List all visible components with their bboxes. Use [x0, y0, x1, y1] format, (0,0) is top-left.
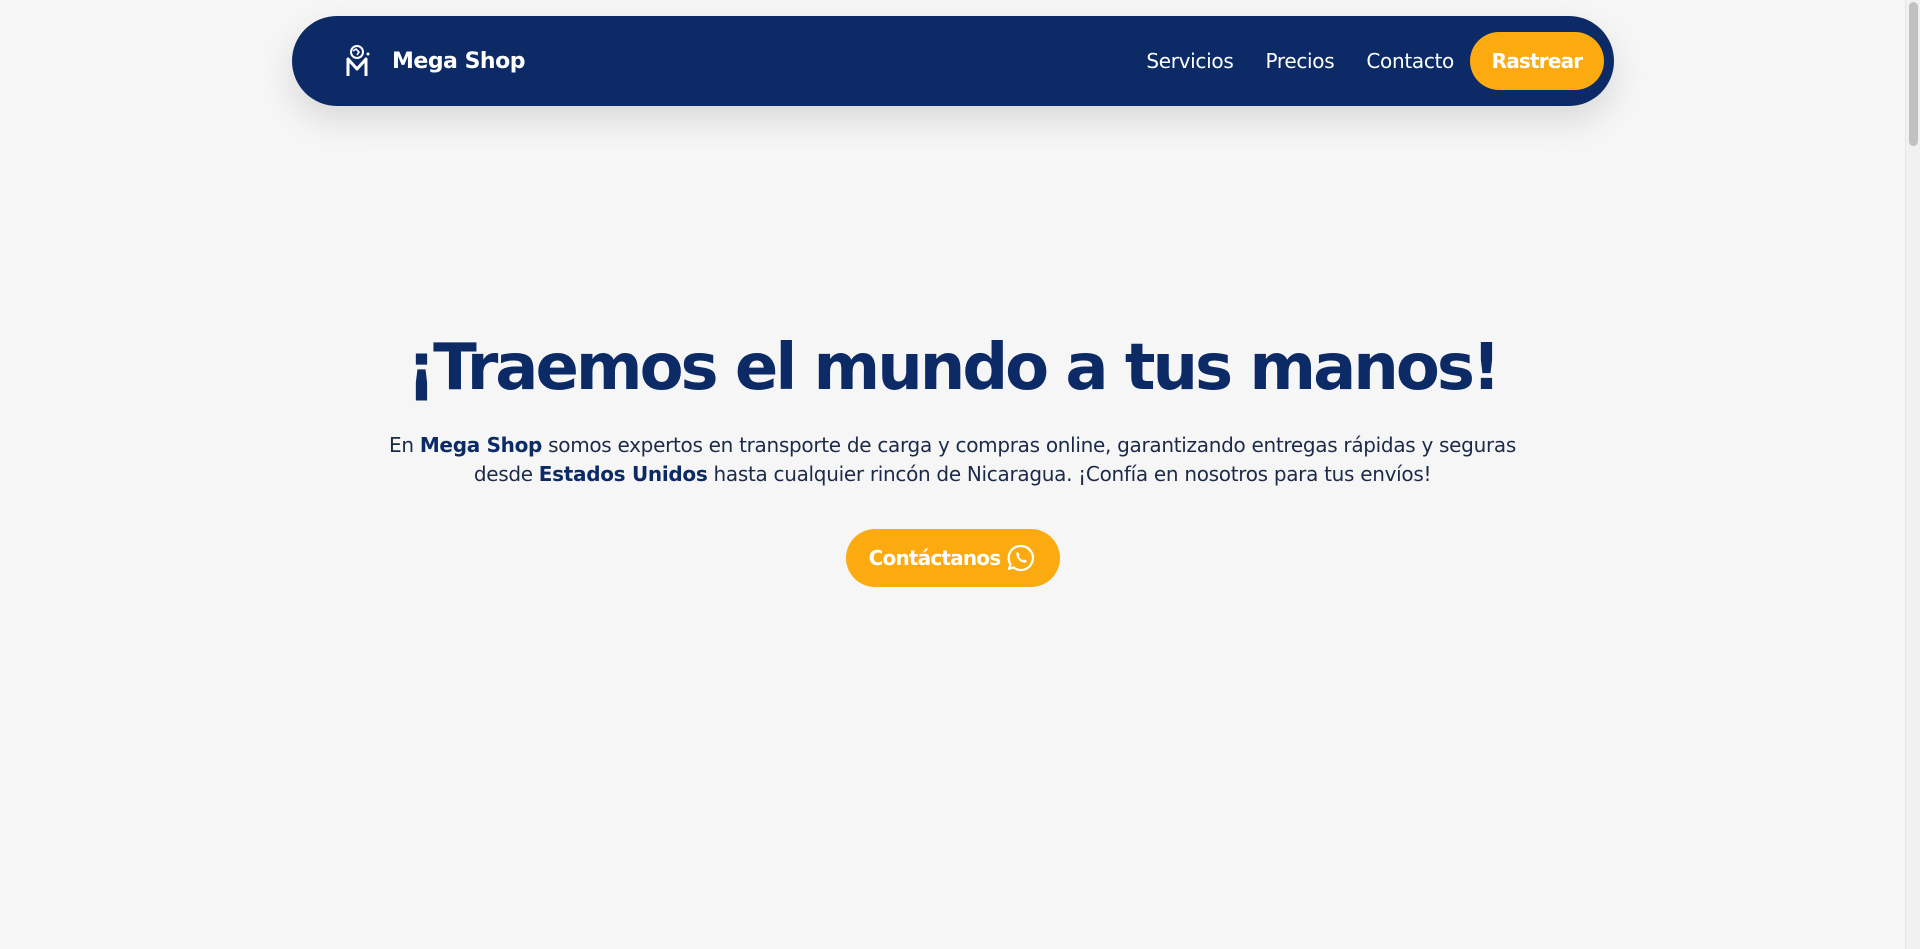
- hero-section: ¡Traemos el mundo a tus manos! En Mega S…: [0, 330, 1905, 587]
- contact-button-label: Contáctanos: [868, 545, 1002, 570]
- nav-link-contacto[interactable]: Contacto: [1366, 49, 1454, 73]
- nav-link-servicios[interactable]: Servicios: [1146, 49, 1233, 73]
- nav-link-precios[interactable]: Precios: [1265, 49, 1334, 73]
- mega-shop-logo-icon: [344, 44, 374, 78]
- contact-button[interactable]: Contáctanos: [845, 528, 1060, 587]
- track-button[interactable]: Rastrear: [1470, 32, 1604, 90]
- scrollbar[interactable]: [1905, 0, 1920, 949]
- nav-links: Servicios Precios Contacto: [1146, 49, 1454, 73]
- brand-name: Mega Shop: [392, 48, 525, 74]
- hero-desc-brand: Mega Shop: [419, 432, 543, 457]
- hero-description: En Mega Shop somos expertos en transport…: [373, 431, 1533, 489]
- hero-desc-part3: hasta cualquier rincón de Nicaragua. ¡Co…: [707, 461, 1432, 486]
- scrollbar-thumb[interactable]: [1909, 2, 1918, 146]
- hero-title: ¡Traemos el mundo a tus manos!: [406, 331, 1501, 405]
- navbar: Mega Shop Servicios Precios Contacto Ras…: [292, 16, 1614, 106]
- whatsapp-icon: [1006, 543, 1036, 573]
- hero-desc-origin: Estados Unidos: [538, 461, 708, 486]
- brand-link[interactable]: Mega Shop: [344, 44, 525, 78]
- page: Mega Shop Servicios Precios Contacto Ras…: [0, 0, 1920, 949]
- hero-desc-part1: En: [389, 432, 420, 457]
